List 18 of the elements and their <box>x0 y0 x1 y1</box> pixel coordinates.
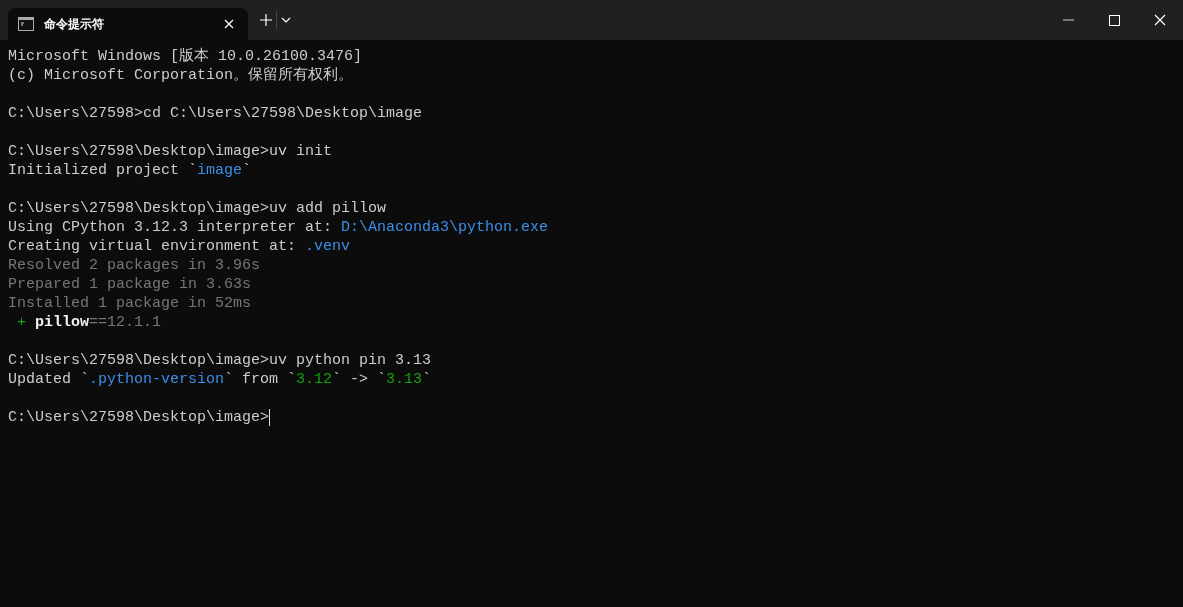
terminal-line: Resolved 2 packages in 3.96s <box>8 256 261 275</box>
terminal-line: (c) Microsoft Corporation。保留所有权利。 <box>8 66 354 85</box>
terminal-line: Microsoft Windows [版本 10.0.26100.3476] <box>8 47 363 66</box>
terminal-line: Using CPython 3.12.3 interpreter at: D:\Anaconda3\python.exe <box>8 218 549 237</box>
terminal-line: Creating virtual environment at: .venv <box>8 237 351 256</box>
terminal-line: Prepared 1 package in 3.63s <box>8 275 252 294</box>
terminal-line: C:\Users\27598\Desktop\image>uv init <box>8 142 333 161</box>
terminal-line: C:\Users\27598\Desktop\image>uv python pin 3.13 <box>8 351 432 370</box>
command-prompt: C:\Users\27598\Desktop\image> <box>8 408 270 427</box>
terminal-line: C:\Users\27598\Desktop\image>uv add pillow <box>8 199 387 218</box>
terminal-icon <box>18 17 34 31</box>
terminal-line: Initialized project `image` <box>8 161 252 180</box>
terminal-line: C:\Users\27598>cd C:\Users\27598\Desktop\image <box>8 104 423 123</box>
terminal-line: Updated `.python-version` from `3.12` -> `3.13` <box>8 370 432 389</box>
terminal-line: Installed 1 package in 52ms <box>8 294 252 313</box>
tab-title: 命令提示符 <box>44 15 105 33</box>
terminal-tab[interactable]: 命令提示符 <box>8 8 248 40</box>
terminal-line: + pillow==12.1.1 <box>16 313 162 332</box>
